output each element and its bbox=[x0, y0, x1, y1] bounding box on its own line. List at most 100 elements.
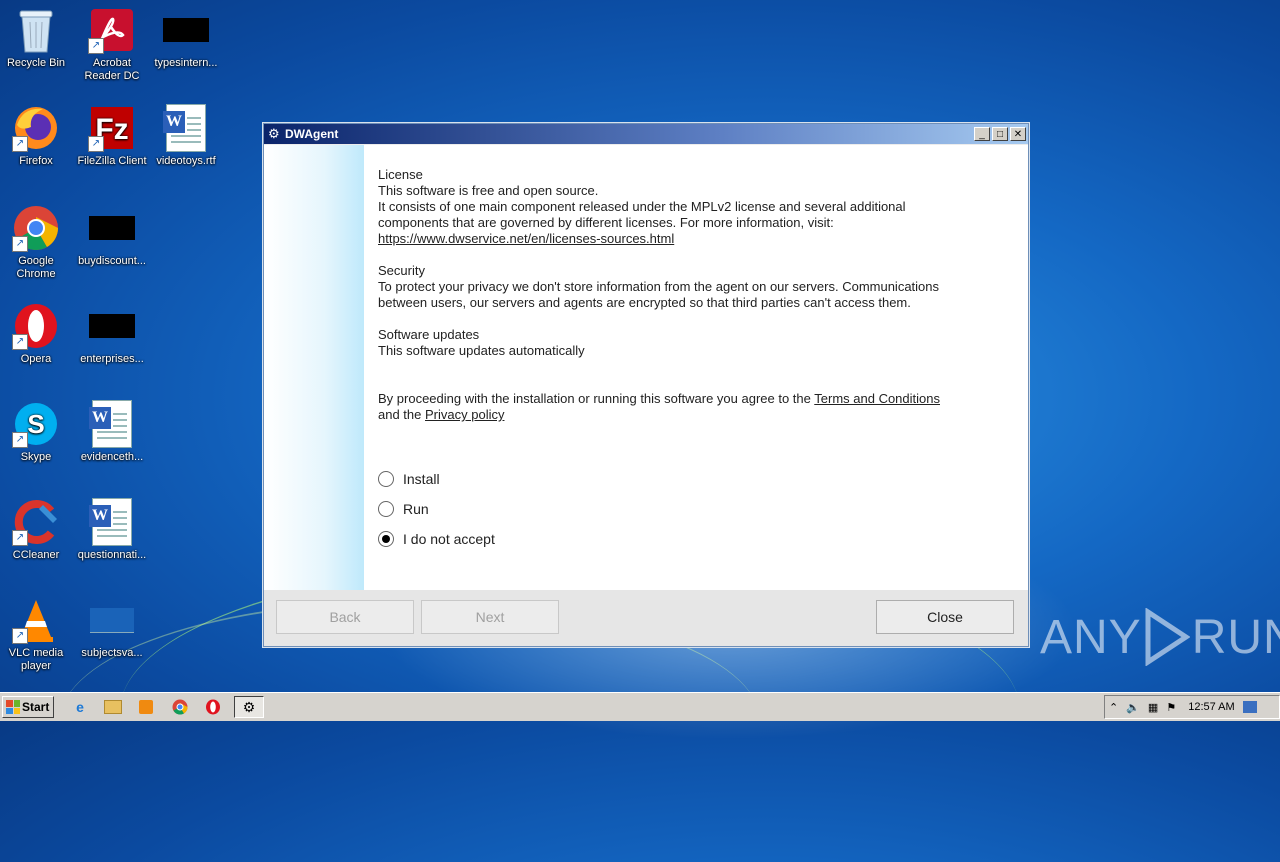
back-button[interactable]: Back bbox=[276, 600, 414, 634]
desktop-icon-label: CCleaner bbox=[12, 549, 60, 561]
desktop-icon-skype[interactable]: S ↗ Skype bbox=[0, 400, 74, 464]
network-icon[interactable]: ▦ bbox=[1148, 701, 1158, 714]
folder-icon[interactable] bbox=[101, 696, 125, 718]
desktop-icon-label: Opera bbox=[20, 353, 52, 365]
agreement-and: and the bbox=[378, 407, 422, 422]
desktop-icon-evidenceth[interactable]: W evidenceth... bbox=[74, 400, 150, 464]
dwagent-taskbar-icon[interactable]: ⚙ bbox=[234, 696, 264, 718]
security-line: between users, our servers and agents ar… bbox=[378, 295, 911, 310]
desktop-icon-buydiscount[interactable]: buydiscount... bbox=[74, 204, 150, 268]
desktop-icon-label: questionnati... bbox=[77, 549, 147, 561]
desktop-icon-opera[interactable]: ↗ Opera bbox=[0, 302, 74, 366]
desktop-icon-acrobat[interactable]: ↗ Acrobat Reader DC bbox=[74, 6, 150, 83]
opera-taskbar-icon[interactable] bbox=[201, 696, 225, 718]
media-player-icon[interactable] bbox=[134, 696, 158, 718]
shortcut-arrow-icon: ↗ bbox=[12, 432, 28, 448]
desktop-icon-label: Acrobat Reader DC bbox=[84, 57, 140, 82]
close-window-button[interactable]: ✕ bbox=[1010, 127, 1026, 141]
radio-do-not-accept[interactable]: I do not accept bbox=[378, 531, 495, 547]
updates-heading: Software updates bbox=[378, 327, 480, 342]
watermark-text-right: RUN bbox=[1191, 610, 1280, 664]
desktop-icon-chrome[interactable]: ↗ Google Chrome bbox=[0, 204, 74, 281]
close-button[interactable]: Close bbox=[876, 600, 1014, 634]
word-document-icon: W bbox=[88, 498, 136, 546]
agreement-text: By proceeding with the installation or r… bbox=[378, 391, 1018, 423]
acrobat-icon: ↗ bbox=[88, 6, 136, 54]
radio-label: I do not accept bbox=[403, 531, 495, 547]
show-desktop-icon[interactable] bbox=[1242, 701, 1257, 713]
desktop-icon-vlc[interactable]: ↗ VLC media player bbox=[0, 596, 74, 673]
file-icon bbox=[88, 596, 136, 644]
desktop-icon-label: subjectsva... bbox=[81, 647, 143, 659]
ccleaner-icon: ↗ bbox=[12, 498, 60, 546]
next-button[interactable]: Next bbox=[421, 600, 559, 634]
show-hidden-icons-icon[interactable]: ⌃ bbox=[1109, 701, 1118, 714]
shortcut-arrow-icon: ↗ bbox=[12, 530, 28, 546]
desktop-icon-enterprises[interactable]: enterprises... bbox=[74, 302, 150, 366]
privacy-link[interactable]: Privacy policy bbox=[425, 407, 504, 422]
side-gradient bbox=[264, 145, 364, 590]
license-line: It consists of one main component releas… bbox=[378, 199, 906, 214]
clock[interactable]: 12:57 AM bbox=[1188, 701, 1234, 713]
desktop-icon-label: VLC media player bbox=[8, 647, 64, 672]
security-text: Security To protect your privacy we don'… bbox=[378, 263, 1018, 311]
skype-icon: S ↗ bbox=[12, 400, 60, 448]
file-icon bbox=[88, 204, 136, 252]
internet-explorer-icon[interactable]: e bbox=[68, 696, 92, 718]
desktop-icon-label: Firefox bbox=[19, 155, 53, 167]
shortcut-arrow-icon: ↗ bbox=[12, 136, 28, 152]
start-button[interactable]: Start bbox=[2, 696, 54, 718]
updates-text: Software updates This software updates a… bbox=[378, 327, 1018, 359]
radio-label: Run bbox=[403, 501, 429, 517]
agreement-prefix: By proceeding with the installation or r… bbox=[378, 391, 811, 406]
desktop-icon-label: Recycle Bin bbox=[6, 57, 66, 69]
desktop-icon-filezilla[interactable]: Fz ↗ FileZilla Client bbox=[74, 104, 150, 168]
radio-selected-dot bbox=[382, 535, 390, 543]
radio-circle[interactable] bbox=[378, 531, 394, 547]
security-heading: Security bbox=[378, 263, 425, 278]
desktop-icon-firefox[interactable]: ↗ Firefox bbox=[0, 104, 74, 168]
radio-install[interactable]: Install bbox=[378, 471, 440, 487]
desktop-icon-recycle-bin[interactable]: Recycle Bin bbox=[0, 6, 74, 70]
radio-circle[interactable] bbox=[378, 471, 394, 487]
desktop-icon-subjectsva[interactable]: subjectsva... bbox=[74, 596, 150, 660]
minimize-button[interactable]: _ bbox=[974, 127, 990, 141]
license-heading: License bbox=[378, 167, 423, 182]
license-text: License This software is free and open s… bbox=[378, 167, 1018, 247]
shortcut-arrow-icon: ↗ bbox=[12, 236, 28, 252]
terms-link[interactable]: Terms and Conditions bbox=[814, 391, 940, 406]
action-center-flag-icon[interactable]: ⚑ bbox=[1166, 701, 1176, 714]
word-document-icon: W bbox=[162, 104, 210, 152]
desktop-icon-ccleaner[interactable]: ↗ CCleaner bbox=[0, 498, 74, 562]
shortcut-arrow-icon: ↗ bbox=[12, 334, 28, 350]
license-link[interactable]: https://www.dwservice.net/en/licenses-so… bbox=[378, 231, 674, 246]
opera-icon: ↗ bbox=[12, 302, 60, 350]
license-line: This software is free and open source. bbox=[378, 183, 599, 198]
radio-circle[interactable] bbox=[378, 501, 394, 517]
desktop-icon-label: enterprises... bbox=[80, 353, 144, 365]
license-line: components that are governed by differen… bbox=[378, 215, 834, 230]
volume-icon[interactable]: 🔈 bbox=[1126, 701, 1140, 714]
desktop-icon-label: evidenceth... bbox=[80, 451, 144, 463]
desktop-icon-typesintern[interactable]: typesintern... bbox=[148, 6, 224, 70]
desktop-icon-label: videotoys.rtf bbox=[156, 155, 216, 167]
desktop-icon-videotoys[interactable]: W videotoys.rtf bbox=[148, 104, 224, 168]
desktop-icon-label: Skype bbox=[20, 451, 52, 463]
taskbar: Start e ⚙ ⌃ 🔈 ▦ ⚑ 12:57 AM bbox=[0, 692, 1280, 721]
updates-line: This software updates automatically bbox=[378, 343, 585, 358]
radio-label: Install bbox=[403, 471, 440, 487]
desktop-icon-label: typesintern... bbox=[154, 57, 218, 69]
title-bar[interactable]: ⚙ DWAgent _ □ ✕ bbox=[264, 124, 1028, 144]
radio-run[interactable]: Run bbox=[378, 501, 429, 517]
file-icon bbox=[162, 6, 210, 54]
window-content: License This software is free and open s… bbox=[264, 145, 1028, 590]
anyrun-watermark: ANY RUN bbox=[1040, 608, 1280, 666]
desktop-icon-questionnati[interactable]: W questionnati... bbox=[74, 498, 150, 562]
dwagent-window: ⚙ DWAgent _ □ ✕ License This software is… bbox=[263, 123, 1029, 647]
chrome-taskbar-icon[interactable] bbox=[168, 696, 192, 718]
recycle-bin-icon bbox=[12, 6, 60, 54]
desktop-icon-label: buydiscount... bbox=[78, 255, 146, 267]
window-title: DWAgent bbox=[285, 127, 339, 141]
start-label: Start bbox=[22, 700, 50, 714]
maximize-button[interactable]: □ bbox=[992, 127, 1008, 141]
